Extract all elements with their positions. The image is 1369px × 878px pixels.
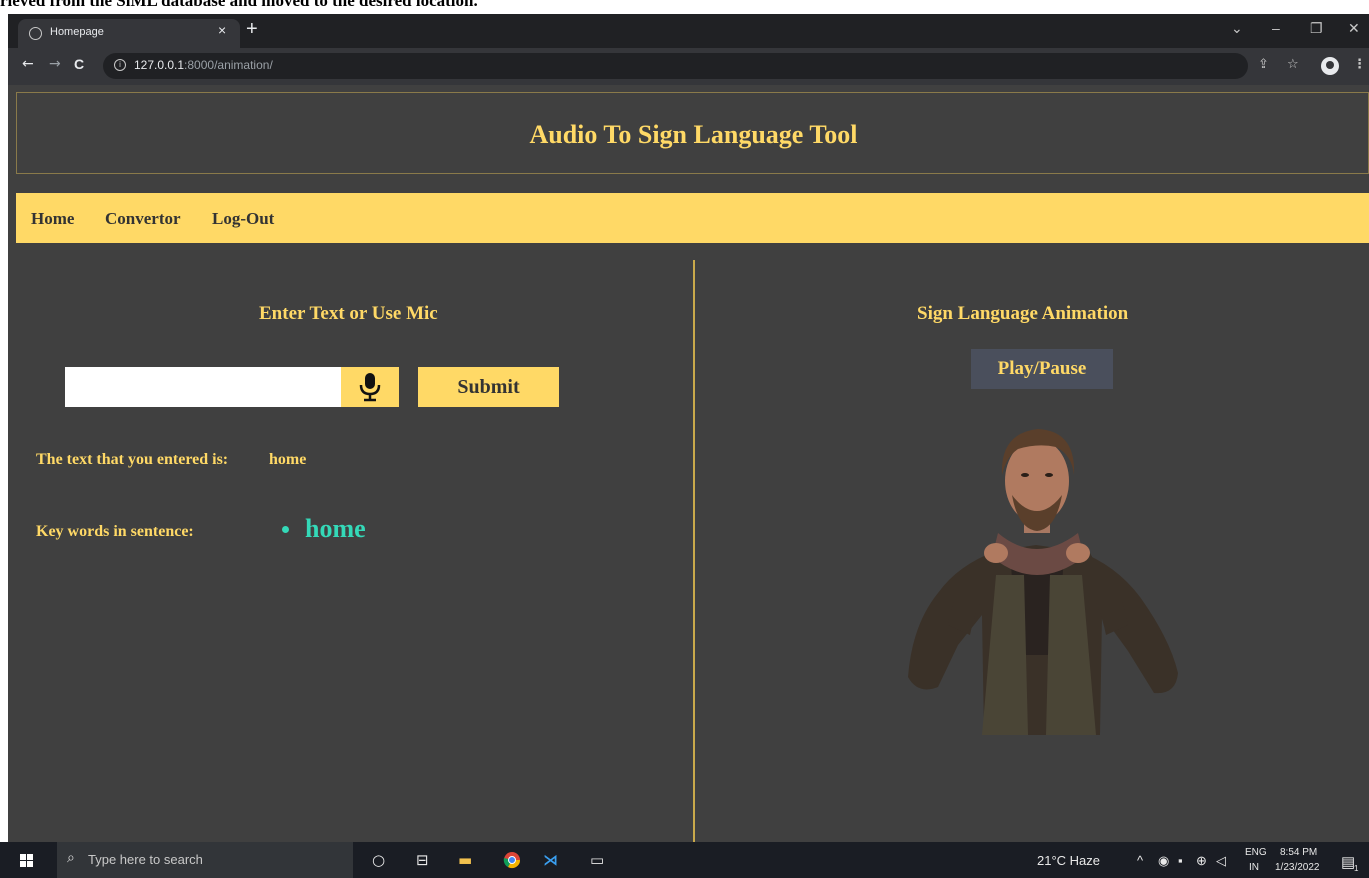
sign-language-avatar	[908, 429, 1178, 735]
document-caption-fragment: rieved from the SiML database and moved …	[0, 0, 1369, 14]
play-pause-button[interactable]: Play/Pause	[971, 349, 1113, 389]
nav-convertor-link[interactable]: Convertor	[105, 209, 181, 229]
volume-icon[interactable]: ◁	[1216, 853, 1226, 869]
browser-tab[interactable]: Homepage ×	[18, 19, 240, 48]
nav-home-link[interactable]: Home	[31, 209, 74, 229]
mic-button[interactable]	[341, 367, 399, 407]
cortana-icon[interactable]: ○	[372, 851, 385, 869]
tab-search-icon[interactable]: ⌄	[1231, 20, 1243, 37]
page-viewport: Audio To Sign Language Tool Home Convert…	[8, 85, 1369, 842]
weather-widget[interactable]: 21°C Haze	[1037, 853, 1100, 868]
right-heading: Sign Language Animation	[917, 303, 1129, 324]
microphone-icon	[359, 373, 381, 402]
keyword-item: home	[305, 514, 366, 543]
taskbar-search-box[interactable]: ⌕ Type here to search	[57, 842, 353, 878]
info-icon[interactable]: i	[114, 59, 126, 71]
nav-logout-link[interactable]: Log-Out	[212, 209, 274, 229]
windows-start-icon[interactable]	[20, 854, 33, 867]
show-hidden-icons-icon[interactable]: ^	[1137, 853, 1143, 868]
share-icon[interactable]: ⇪	[1258, 57, 1269, 72]
left-heading: Enter Text or Use Mic	[259, 303, 438, 324]
meet-now-icon[interactable]: ◉	[1158, 853, 1169, 869]
browser-toolbar: ← → C i 127.0.0.1:8000/animation/ ⇪ ☆ ⋮	[8, 48, 1369, 85]
chrome-icon[interactable]	[503, 851, 521, 869]
clock-time[interactable]: 8:54 PM	[1280, 847, 1317, 858]
language-indicator-bottom[interactable]: IN	[1249, 862, 1259, 873]
page-title: Audio To Sign Language Tool	[529, 120, 858, 149]
submit-button[interactable]: Submit	[418, 367, 559, 407]
top-navbar: Home Convertor Log-Out	[16, 193, 1369, 243]
network-icon[interactable]: ⊕	[1196, 853, 1207, 869]
url-text[interactable]: 127.0.0.1:8000/animation/	[134, 58, 273, 72]
url-path: :8000/animation/	[184, 58, 273, 72]
search-icon: ⌕	[67, 850, 75, 866]
task-view-icon[interactable]: ⊟	[416, 851, 429, 869]
close-window-button[interactable]: ✕	[1348, 20, 1360, 37]
terminal-icon[interactable]: ▭	[590, 851, 604, 869]
globe-icon	[29, 27, 42, 40]
restore-button[interactable]: ❐	[1310, 20, 1323, 37]
keywords-label: Key words in sentence:	[36, 523, 194, 540]
url-host: 127.0.0.1	[134, 58, 185, 72]
entered-text-value: home	[269, 451, 307, 468]
caption-text: rieved from the SiML database and moved …	[0, 0, 478, 10]
tab-title: Homepage	[50, 26, 104, 38]
text-input[interactable]	[65, 367, 341, 407]
entered-text-label: The text that you entered is:	[36, 451, 229, 468]
browser-tab-strip: Homepage × + ⌄ – ❐ ✕	[8, 14, 1369, 48]
clock-date[interactable]: 1/23/2022	[1275, 862, 1320, 873]
profile-avatar-icon[interactable]	[1321, 57, 1339, 75]
app-tray-icon[interactable]: ▪	[1178, 853, 1183, 868]
back-icon[interactable]: ←	[22, 56, 34, 72]
vscode-icon[interactable]: ⋊	[543, 851, 558, 869]
keyword-bullet-icon	[282, 526, 289, 533]
minimize-button[interactable]: –	[1272, 20, 1280, 36]
bookmark-star-icon[interactable]: ☆	[1287, 57, 1299, 72]
language-indicator-top[interactable]: ENG	[1245, 847, 1267, 858]
forward-icon[interactable]: →	[49, 56, 61, 72]
browser-menu-icon[interactable]: ⋮	[1353, 57, 1366, 72]
column-divider	[693, 260, 695, 842]
page-header: Audio To Sign Language Tool	[16, 92, 1369, 174]
notification-count-badge: 1	[1354, 864, 1359, 873]
file-explorer-icon[interactable]: ▬	[458, 851, 472, 869]
new-tab-button[interactable]: +	[246, 18, 258, 41]
reload-icon[interactable]: C	[74, 56, 84, 72]
taskbar-search-placeholder: Type here to search	[88, 852, 203, 867]
address-bar[interactable]: i 127.0.0.1:8000/animation/	[103, 53, 1248, 79]
windows-taskbar: ⌕ Type here to search ○ ⊟ ▬ ⋊ ▭ 21°C Haz…	[0, 842, 1369, 878]
tab-close-icon[interactable]: ×	[218, 22, 226, 38]
